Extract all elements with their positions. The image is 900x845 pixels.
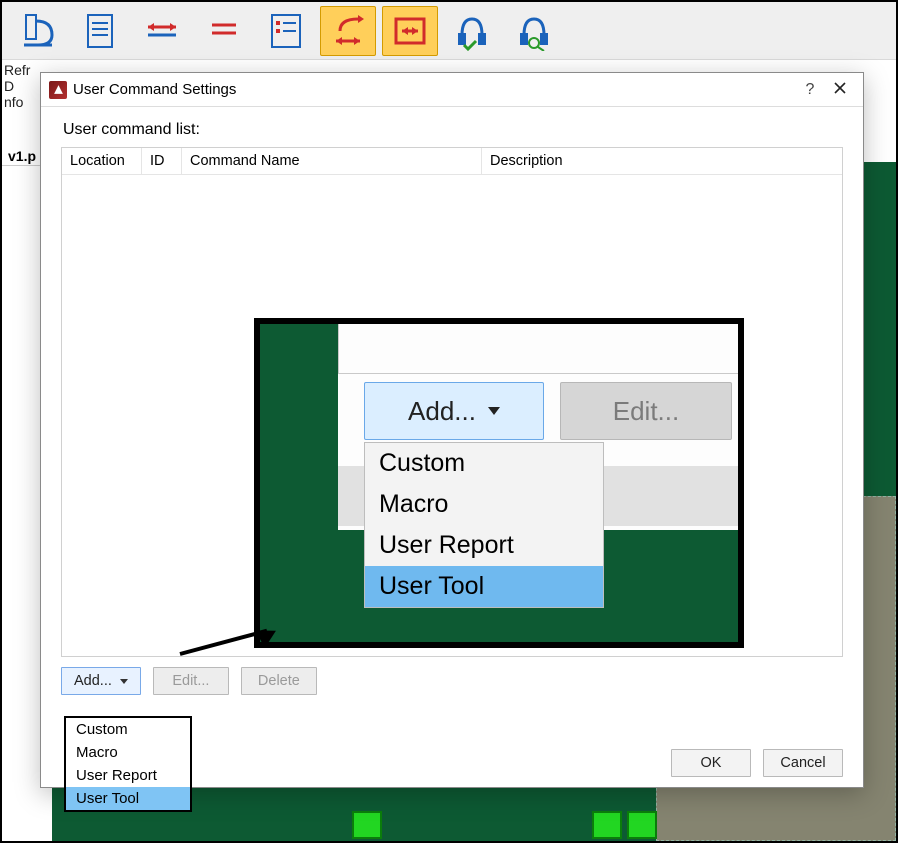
table-header: Location ID Command Name Description bbox=[62, 148, 842, 175]
file-tab[interactable]: v1.p bbox=[2, 147, 43, 166]
rect-h-icon bbox=[390, 11, 430, 51]
menu-item-user-report[interactable]: User Report bbox=[365, 525, 603, 566]
ribbon-btn-8[interactable] bbox=[444, 6, 500, 56]
ribbon-btn-4[interactable] bbox=[196, 6, 252, 56]
column-location[interactable]: Location bbox=[62, 148, 142, 174]
arrows-h-alt-icon bbox=[204, 11, 244, 51]
dialog-titlebar[interactable]: User Command Settings ? bbox=[41, 73, 863, 107]
chevron-down-icon bbox=[488, 407, 500, 415]
ribbon bbox=[2, 2, 896, 60]
ok-button[interactable]: OK bbox=[671, 749, 751, 777]
menu-item-macro[interactable]: Macro bbox=[66, 741, 190, 764]
board-component bbox=[592, 811, 622, 839]
microscope-icon bbox=[18, 11, 58, 51]
callout-add-button[interactable]: Add... bbox=[364, 382, 544, 440]
zoom-callout: Add... Edit... Custom Macro User Report … bbox=[254, 318, 744, 648]
close-button[interactable] bbox=[825, 81, 855, 99]
edit-button: Edit... bbox=[153, 667, 229, 695]
arrows-h-icon bbox=[142, 11, 182, 51]
board-component bbox=[627, 811, 657, 839]
page-lines-icon bbox=[80, 11, 120, 51]
ribbon-btn-7[interactable] bbox=[382, 6, 438, 56]
add-menu: Custom Macro User Report User Tool bbox=[64, 716, 192, 812]
ribbon-btn-1[interactable] bbox=[10, 6, 66, 56]
callout-edit-button: Edit... bbox=[560, 382, 732, 440]
close-icon bbox=[834, 82, 846, 94]
column-id[interactable]: ID bbox=[142, 148, 182, 174]
ribbon-btn-2[interactable] bbox=[72, 6, 128, 56]
menu-item-custom[interactable]: Custom bbox=[365, 443, 603, 484]
board-component bbox=[352, 811, 382, 839]
cancel-button[interactable]: Cancel bbox=[763, 749, 843, 777]
headset-check-icon bbox=[452, 11, 492, 51]
list-label: User command list: bbox=[63, 121, 841, 139]
column-description[interactable]: Description bbox=[482, 148, 842, 174]
checklist-icon bbox=[266, 11, 306, 51]
dialog-footer: OK Cancel bbox=[671, 749, 843, 777]
ribbon-btn-6[interactable] bbox=[320, 6, 376, 56]
ribbon-btn-5[interactable] bbox=[258, 6, 314, 56]
headset-search-icon bbox=[514, 11, 554, 51]
chevron-down-icon bbox=[120, 679, 128, 684]
ribbon-btn-9[interactable] bbox=[506, 6, 562, 56]
menu-item-user-tool[interactable]: User Tool bbox=[365, 566, 603, 607]
menu-item-user-report[interactable]: User Report bbox=[66, 764, 190, 787]
delete-button: Delete bbox=[241, 667, 317, 695]
column-command-name[interactable]: Command Name bbox=[182, 148, 482, 174]
undo-h-icon bbox=[328, 11, 368, 51]
add-button[interactable]: Add... bbox=[61, 667, 141, 695]
help-button[interactable]: ? bbox=[795, 81, 825, 99]
ribbon-btn-3[interactable] bbox=[134, 6, 190, 56]
app-icon bbox=[49, 81, 67, 99]
menu-item-user-tool[interactable]: User Tool bbox=[66, 787, 190, 810]
menu-item-macro[interactable]: Macro bbox=[365, 484, 603, 525]
menu-item-custom[interactable]: Custom bbox=[66, 718, 190, 741]
dialog-title: User Command Settings bbox=[73, 81, 795, 98]
callout-add-menu: Custom Macro User Report User Tool bbox=[364, 442, 604, 608]
table-action-row: Add... Edit... Delete bbox=[61, 667, 843, 695]
